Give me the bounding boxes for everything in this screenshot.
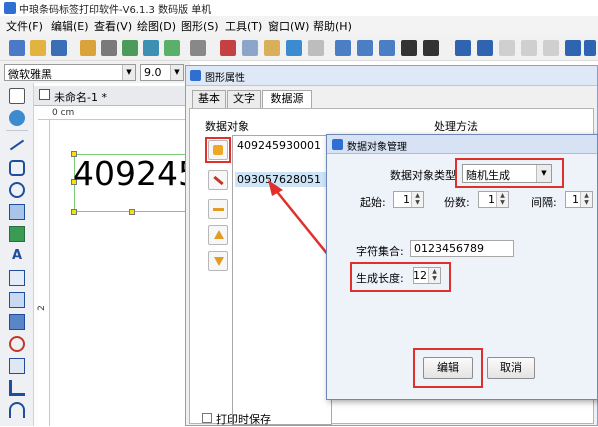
interval-label: 间隔: [531, 196, 557, 209]
highlight-box [413, 348, 483, 388]
start-spinner[interactable]: 1 ▲ ▼ [393, 191, 424, 208]
cancel-button[interactable]: 取消 [487, 357, 535, 379]
dialog-title: 数据对象管理 [347, 142, 407, 153]
spinner-buttons[interactable]: ▲ ▼ [580, 192, 592, 207]
highlight-box [455, 158, 564, 188]
data-object-manager-dialog: 数据对象管理 数据对象类型 随机生成 ▼ 起始: 1 ▲ ▼ 份数: 1 ▲ ▼ 间… [326, 134, 598, 400]
window-icon [332, 139, 343, 150]
copies-value: 1 [488, 193, 495, 206]
charset-input[interactable]: 0123456789 [410, 240, 514, 257]
type-label: 数据对象类型 [390, 169, 456, 182]
copies-spinner[interactable]: 1 ▲ ▼ [478, 191, 509, 208]
spinner-buttons[interactable]: ▲ ▼ [496, 192, 508, 207]
start-label: 起始: [360, 196, 386, 209]
interval-value: 1 [572, 193, 579, 206]
charset-label: 字符集合: [356, 245, 404, 258]
copies-label: 份数: [444, 196, 470, 209]
spinner-buttons[interactable]: ▲ ▼ [411, 192, 423, 207]
interval-spinner[interactable]: 1 ▲ ▼ [565, 191, 593, 208]
dialog-header: 数据对象管理 [327, 135, 597, 154]
highlight-box [350, 262, 451, 292]
start-value: 1 [403, 193, 410, 206]
arrow-head [268, 180, 283, 196]
